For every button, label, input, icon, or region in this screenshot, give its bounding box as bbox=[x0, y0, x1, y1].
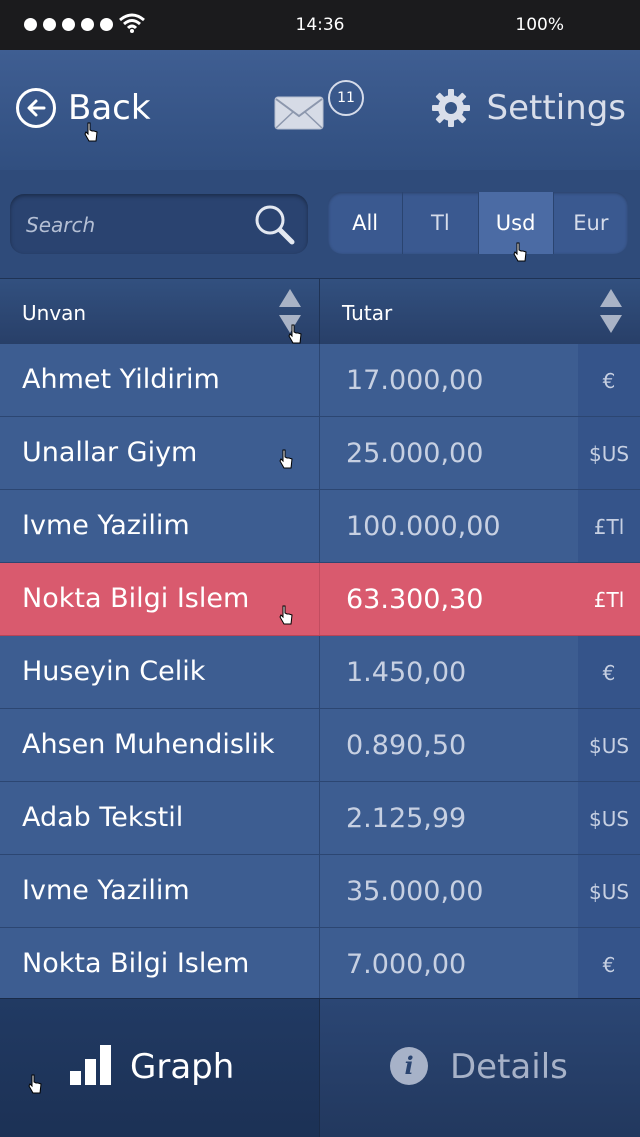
filter-bar: Search All Tl Usd Eur bbox=[0, 170, 640, 278]
hand-cursor-icon bbox=[28, 1074, 42, 1094]
table-row[interactable]: Ivme Yazilim 100.000,00 £Tl bbox=[0, 490, 640, 563]
row-currency: $US bbox=[578, 417, 640, 489]
row-name: Huseyin Celik bbox=[0, 636, 320, 708]
table-row[interactable]: Unallar Giym 25.000,00 $US bbox=[0, 417, 640, 490]
row-amount: 35.000,00 bbox=[346, 876, 484, 907]
row-amount: 0.890,50 bbox=[346, 730, 467, 761]
status-bar: 14:36 100% bbox=[0, 0, 640, 50]
table-row[interactable]: Adab Tekstil 2.125,99 $US bbox=[0, 782, 640, 855]
row-name: Ahmet Yildirim bbox=[0, 344, 320, 416]
row-amount: 7.000,00 bbox=[346, 949, 467, 980]
currency-option-tl[interactable]: Tl bbox=[402, 192, 477, 254]
row-name: Adab Tekstil bbox=[0, 782, 320, 854]
table-row[interactable]: Ahsen Muhendislik 0.890,50 $US bbox=[0, 709, 640, 782]
search-placeholder: Search bbox=[26, 213, 96, 237]
table-row-selected[interactable]: Nokta Bilgi Islem 63.300,30 £Tl bbox=[0, 563, 640, 636]
bottom-tab-bar: Graph i Details bbox=[0, 998, 640, 1137]
mail-icon[interactable] bbox=[274, 96, 324, 134]
column-header-unvan[interactable]: Unvan bbox=[0, 279, 320, 345]
search-input[interactable]: Search bbox=[10, 194, 308, 254]
tab-details-label: Details bbox=[450, 1047, 568, 1087]
table-header: Unvan Tutar bbox=[0, 278, 640, 346]
column-header-tutar[interactable]: Tutar bbox=[320, 279, 640, 345]
tab-graph-label: Graph bbox=[130, 1047, 235, 1087]
row-name: Nokta Bilgi Islem bbox=[0, 928, 320, 1000]
hand-cursor-icon bbox=[279, 605, 293, 625]
hand-cursor-icon bbox=[513, 242, 527, 262]
row-amount: 63.300,30 bbox=[346, 584, 484, 615]
settings-button[interactable]: Settings bbox=[431, 88, 626, 128]
table-row[interactable]: Ivme Yazilim 35.000,00 $US bbox=[0, 855, 640, 928]
gear-icon bbox=[431, 89, 470, 127]
row-currency: $US bbox=[578, 709, 640, 781]
battery-level: 100% bbox=[515, 15, 564, 35]
currency-option-all[interactable]: All bbox=[328, 192, 402, 254]
row-currency: € bbox=[578, 636, 640, 708]
table-row[interactable]: Huseyin Celik 1.450,00 € bbox=[0, 636, 640, 709]
transactions-list: Ahmet Yildirim 17.000,00 € Unallar Giym … bbox=[0, 344, 640, 1001]
currency-option-eur[interactable]: Eur bbox=[552, 192, 628, 254]
table-row[interactable]: Nokta Bilgi Islem 7.000,00 € bbox=[0, 928, 640, 1001]
row-currency: £Tl bbox=[578, 563, 640, 635]
row-name: Ahsen Muhendislik bbox=[0, 709, 320, 781]
row-name: Unallar Giym bbox=[0, 417, 320, 489]
row-amount: 25.000,00 bbox=[346, 438, 484, 469]
info-icon: i bbox=[390, 1047, 428, 1085]
search-icon[interactable] bbox=[252, 202, 296, 250]
tab-graph[interactable]: Graph bbox=[0, 999, 320, 1137]
column-label-unvan: Unvan bbox=[22, 301, 87, 325]
mail-count-badge: 11 bbox=[328, 80, 364, 116]
row-name: Ivme Yazilim bbox=[0, 855, 320, 927]
hand-cursor-icon bbox=[288, 324, 302, 344]
row-currency: $US bbox=[578, 855, 640, 927]
hand-cursor-icon bbox=[279, 449, 293, 469]
tab-details[interactable]: i Details bbox=[320, 999, 640, 1137]
row-currency: € bbox=[578, 928, 640, 1000]
row-currency: € bbox=[578, 344, 640, 416]
row-name: Nokta Bilgi Islem bbox=[0, 563, 320, 635]
row-currency: $US bbox=[578, 782, 640, 854]
currency-segmented-control: All Tl Usd Eur bbox=[328, 192, 628, 254]
row-amount: 1.450,00 bbox=[346, 657, 467, 688]
row-amount: 2.125,99 bbox=[346, 803, 467, 834]
hand-cursor-icon bbox=[84, 122, 98, 142]
back-arrow-icon bbox=[16, 88, 56, 128]
bar-chart-icon bbox=[70, 1045, 112, 1089]
table-row[interactable]: Ahmet Yildirim 17.000,00 € bbox=[0, 344, 640, 417]
back-label: Back bbox=[68, 88, 151, 128]
nav-header: Back 11 Settings bbox=[0, 50, 640, 171]
column-label-tutar: Tutar bbox=[342, 301, 393, 325]
row-name: Ivme Yazilim bbox=[0, 490, 320, 562]
row-currency: £Tl bbox=[578, 490, 640, 562]
row-amount: 100.000,00 bbox=[346, 511, 501, 542]
sort-arrows-icon[interactable] bbox=[600, 289, 622, 335]
row-amount: 17.000,00 bbox=[346, 365, 484, 396]
settings-label: Settings bbox=[486, 88, 626, 128]
